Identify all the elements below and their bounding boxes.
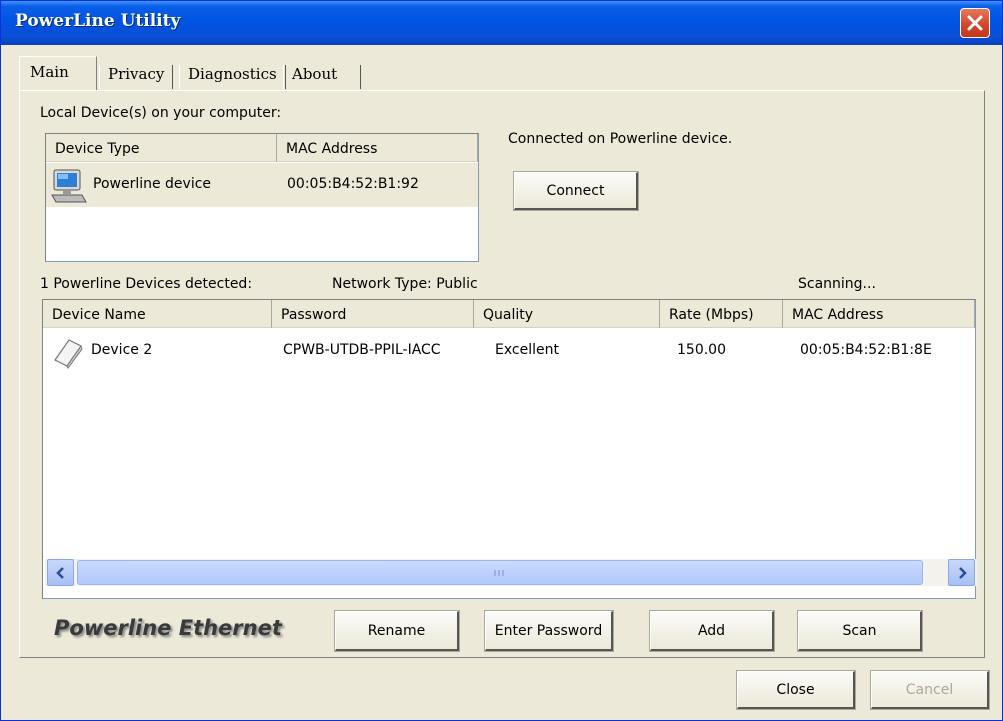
column-header-mac-address[interactable]: MAC Address [783,300,975,328]
scroll-right-button[interactable] [948,559,975,586]
title-bar[interactable]: PowerLine Utility [1,1,1002,45]
device-mac: 00:05:B4:52:B1:8E [800,342,932,358]
table-row[interactable]: Device 2 CPWB-UTDB-PPIL-IACC Excellent 1… [43,330,975,374]
window-close-button[interactable] [960,8,990,38]
device-password: CPWB-UTDB-PPIL-IACC [283,342,441,358]
add-button[interactable]: Add [649,610,775,652]
connection-status: Connected on Powerline device. [508,131,733,147]
network-type-label: Network Type: Public [332,276,478,292]
powerline-ethernet-logo: Powerline Ethernet [54,616,282,640]
connect-button[interactable]: Connect [513,171,639,211]
tab-privacy[interactable]: Privacy [99,65,174,89]
local-device-row[interactable]: Powerline device 00:05:B4:52:B1:92 [46,163,478,207]
computer-icon [51,169,87,203]
close-button[interactable]: Close [736,670,856,710]
device-rate: 150.00 [677,342,726,358]
device-name: Device 2 [91,342,153,358]
powerline-devices-list[interactable]: Device Name Password Quality Rate (Mbps)… [42,299,976,599]
device-quality: Excellent [495,342,559,358]
column-header-device-name[interactable]: Device Name [43,300,272,328]
local-device-type: Powerline device [93,176,212,192]
grip-icon [494,569,504,576]
column-header-mac-address[interactable]: MAC Address [277,134,478,162]
window-title: PowerLine Utility [15,11,181,31]
column-header-rate[interactable]: Rate (Mbps) [660,300,783,328]
local-device-mac: 00:05:B4:52:B1:92 [287,176,419,192]
close-icon [967,15,983,31]
local-devices-list[interactable]: Device Type MAC Address Powerline device… [45,133,479,262]
powerline-utility-window: PowerLine Utility Main Privacy Diagnosti… [0,0,1003,721]
horizontal-scrollbar[interactable] [45,559,977,586]
column-header-quality[interactable]: Quality [474,300,660,328]
column-header-device-type[interactable]: Device Type [46,134,277,162]
local-devices-label: Local Device(s) on your computer: [40,105,282,121]
devices-detected-label: 1 Powerline Devices detected: [40,276,253,292]
scroll-left-button[interactable] [47,559,74,586]
chevron-left-icon [55,566,64,579]
scroll-thumb[interactable] [77,560,923,585]
chevron-right-icon [958,566,967,579]
powerline-adapter-icon [54,339,83,369]
tab-about[interactable]: About [283,65,361,89]
tab-diagnostics[interactable]: Diagnostics [179,65,286,89]
enter-password-button[interactable]: Enter Password [484,610,614,652]
scanning-status: Scanning... [798,276,876,292]
tab-main[interactable]: Main [19,56,97,90]
cancel-button[interactable]: Cancel [870,670,990,710]
main-tab-panel: Local Device(s) on your computer: Device… [19,90,985,658]
column-header-password[interactable]: Password [272,300,474,328]
rename-button[interactable]: Rename [334,610,460,652]
scan-button[interactable]: Scan [797,610,923,652]
